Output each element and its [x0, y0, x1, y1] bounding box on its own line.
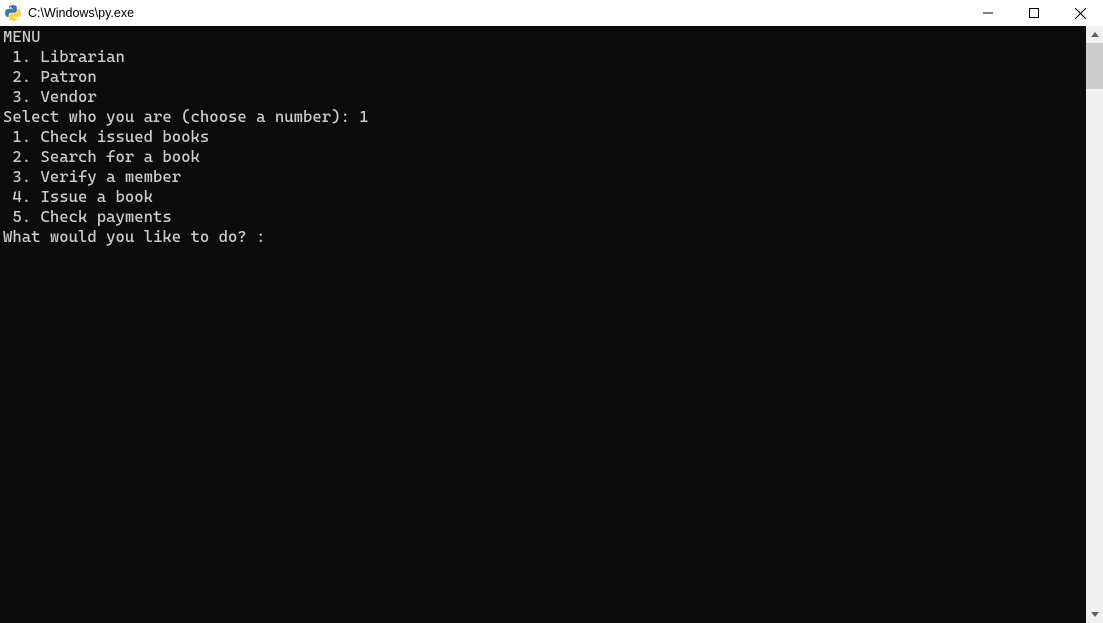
titlebar[interactable]: C:\Windows\py.exe [0, 0, 1103, 26]
terminal-line: 3. Vendor [3, 87, 1083, 107]
terminal-line: 1. Librarian [3, 47, 1083, 67]
terminal-line: Select who you are (choose a number): 1 [3, 107, 1083, 127]
close-button[interactable] [1057, 0, 1103, 26]
window-title: C:\Windows\py.exe [28, 6, 134, 20]
content-area: MENU 1. Librarian 2. Patron 3. VendorSel… [0, 26, 1103, 623]
titlebar-left: C:\Windows\py.exe [0, 4, 134, 22]
scroll-thumb[interactable] [1086, 43, 1103, 89]
scroll-track[interactable] [1086, 43, 1103, 606]
terminal-line: 3. Verify a member [3, 167, 1083, 187]
terminal-output[interactable]: MENU 1. Librarian 2. Patron 3. VendorSel… [0, 26, 1086, 623]
terminal-line: 4. Issue a book [3, 187, 1083, 207]
python-icon [4, 4, 22, 22]
vertical-scrollbar[interactable] [1086, 26, 1103, 623]
maximize-button[interactable] [1011, 0, 1057, 26]
terminal-line: What would you like to do? : [3, 227, 1083, 247]
terminal-line: 5. Check payments [3, 207, 1083, 227]
window-controls [965, 0, 1103, 26]
scroll-up-arrow[interactable] [1086, 26, 1103, 43]
console-window: C:\Windows\py.exe MENU 1. Librarian 2. P… [0, 0, 1103, 623]
terminal-line: 1. Check issued books [3, 127, 1083, 147]
terminal-line: 2. Patron [3, 67, 1083, 87]
terminal-line: 2. Search for a book [3, 147, 1083, 167]
terminal-line: MENU [3, 27, 1083, 47]
scroll-down-arrow[interactable] [1086, 606, 1103, 623]
minimize-button[interactable] [965, 0, 1011, 26]
